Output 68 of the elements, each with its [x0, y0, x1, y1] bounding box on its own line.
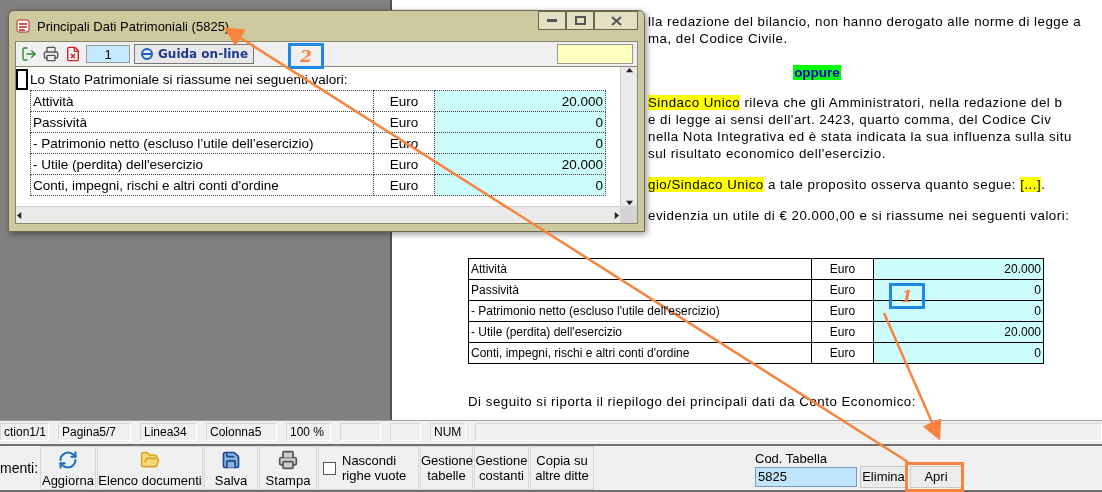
table-cell: - Utile (perdita) dell'esercizio	[30, 153, 374, 175]
close-icon	[610, 15, 622, 26]
table-cell: Euro	[811, 258, 874, 280]
document-text-line: nella Nota Integrativa ed è stata indicata la sua influenza sulla situ	[648, 128, 1073, 145]
status-panel	[340, 423, 381, 441]
right-arrow-icon	[613, 211, 620, 219]
minimize-icon	[547, 18, 557, 23]
table-cell: 20.000	[434, 90, 606, 112]
status-panel	[390, 423, 421, 441]
refresh-icon	[58, 450, 78, 470]
vertical-scrollbar[interactable]	[620, 67, 637, 206]
hide-empty-rows-checkbox[interactable]: Nascondi righe vuote	[318, 446, 419, 490]
code-label: Cod. Tabella	[755, 450, 829, 466]
help-button[interactable]: Guida on-line	[134, 44, 255, 64]
document-text-line: lla redazione del bilancio, non hanno derogato alle norme di legge a	[648, 13, 1083, 30]
toolbar-label: menti:	[0, 460, 40, 476]
folder-icon	[140, 450, 160, 470]
input-field[interactable]	[557, 44, 633, 64]
cursor-cell	[16, 69, 28, 90]
table-cell: Passività	[30, 111, 374, 133]
annotation-marker: 2	[288, 43, 324, 69]
status-panel: Pagina5/7	[58, 423, 131, 441]
scrollbar-corner	[620, 206, 637, 223]
table-cell: 20.000	[873, 258, 1044, 280]
table-cell: Attività	[468, 258, 812, 280]
app-icon	[15, 18, 31, 34]
status-panel: ction1/1	[0, 423, 49, 441]
highlight-frame	[905, 462, 964, 492]
toolbar-button[interactable]: Elenco documenti	[97, 446, 203, 490]
up-arrow-icon	[625, 67, 633, 74]
exit-button[interactable]	[20, 45, 38, 63]
document-text-line: ma, del Codice Civile.	[648, 30, 789, 47]
table-cell: - Patrimonio netto (escluso l’utile dell’esercizio)	[30, 132, 374, 154]
status-panel: Linea34	[140, 423, 197, 441]
window-title: Principali Dati Patrimoniali (5825)	[37, 18, 230, 34]
toolbar-button[interactable]: Aggiorna	[40, 446, 96, 490]
toolbar-button[interactable]: Salva	[204, 446, 258, 490]
printer-icon	[278, 450, 298, 470]
status-panel: NUM	[430, 423, 466, 441]
table-cell: Attività	[30, 90, 374, 112]
delete-button[interactable]	[64, 45, 82, 63]
left-arrow-icon	[16, 211, 23, 219]
separator-text: oppure	[793, 65, 841, 80]
close-button[interactable]	[594, 11, 638, 30]
document-text-line: gio/Sindaco Unico a tale proposito osserva quanto segue: [...].	[648, 176, 1047, 193]
status-panel: 100 %	[286, 423, 331, 441]
document-text-line: e di legge ai sensi dell'art. 2423, quarto comma, del Codice Civ	[648, 111, 1053, 128]
page-field[interactable]: 1	[86, 45, 130, 63]
code-input-field[interactable]: 5825	[755, 466, 857, 487]
horizontal-scrollbar[interactable]	[16, 206, 620, 223]
table-cell: Euro	[373, 90, 435, 112]
down-arrow-icon	[625, 199, 633, 206]
toolbar-button[interactable]: Gestione tabelle	[420, 446, 473, 490]
maximize-icon	[574, 16, 586, 25]
toolbar-button[interactable]: Stampa	[259, 446, 317, 490]
status-panel: Colonna5	[206, 423, 277, 441]
document-text-line: sul risultato economico dell'esercizio.	[648, 145, 887, 162]
print-button[interactable]	[42, 45, 60, 63]
toolbar-button[interactable]: Gestione costanti	[474, 446, 529, 490]
intro-text: Lo Stato Patrimoniale si riassume nei seguenti valori:	[30, 72, 348, 87]
delete-button[interactable]: Elimina	[860, 465, 907, 488]
toolbar-button[interactable]: Copia su altre ditte	[530, 446, 594, 490]
document-text-line: evidenzia un utile di € 20.000,00 e si riassume nei seguenti valori:	[648, 207, 1071, 224]
document-text-line: Sindaco Unico rileva che gli Amministratori, nella redazione del b	[648, 94, 1064, 111]
maximize-button[interactable]	[566, 11, 594, 30]
open-button[interactable]: Apri	[910, 465, 962, 488]
table-cell: Conti, impegni, rischi e altri conti d'ordine	[30, 174, 374, 196]
minimize-button[interactable]	[538, 11, 566, 30]
